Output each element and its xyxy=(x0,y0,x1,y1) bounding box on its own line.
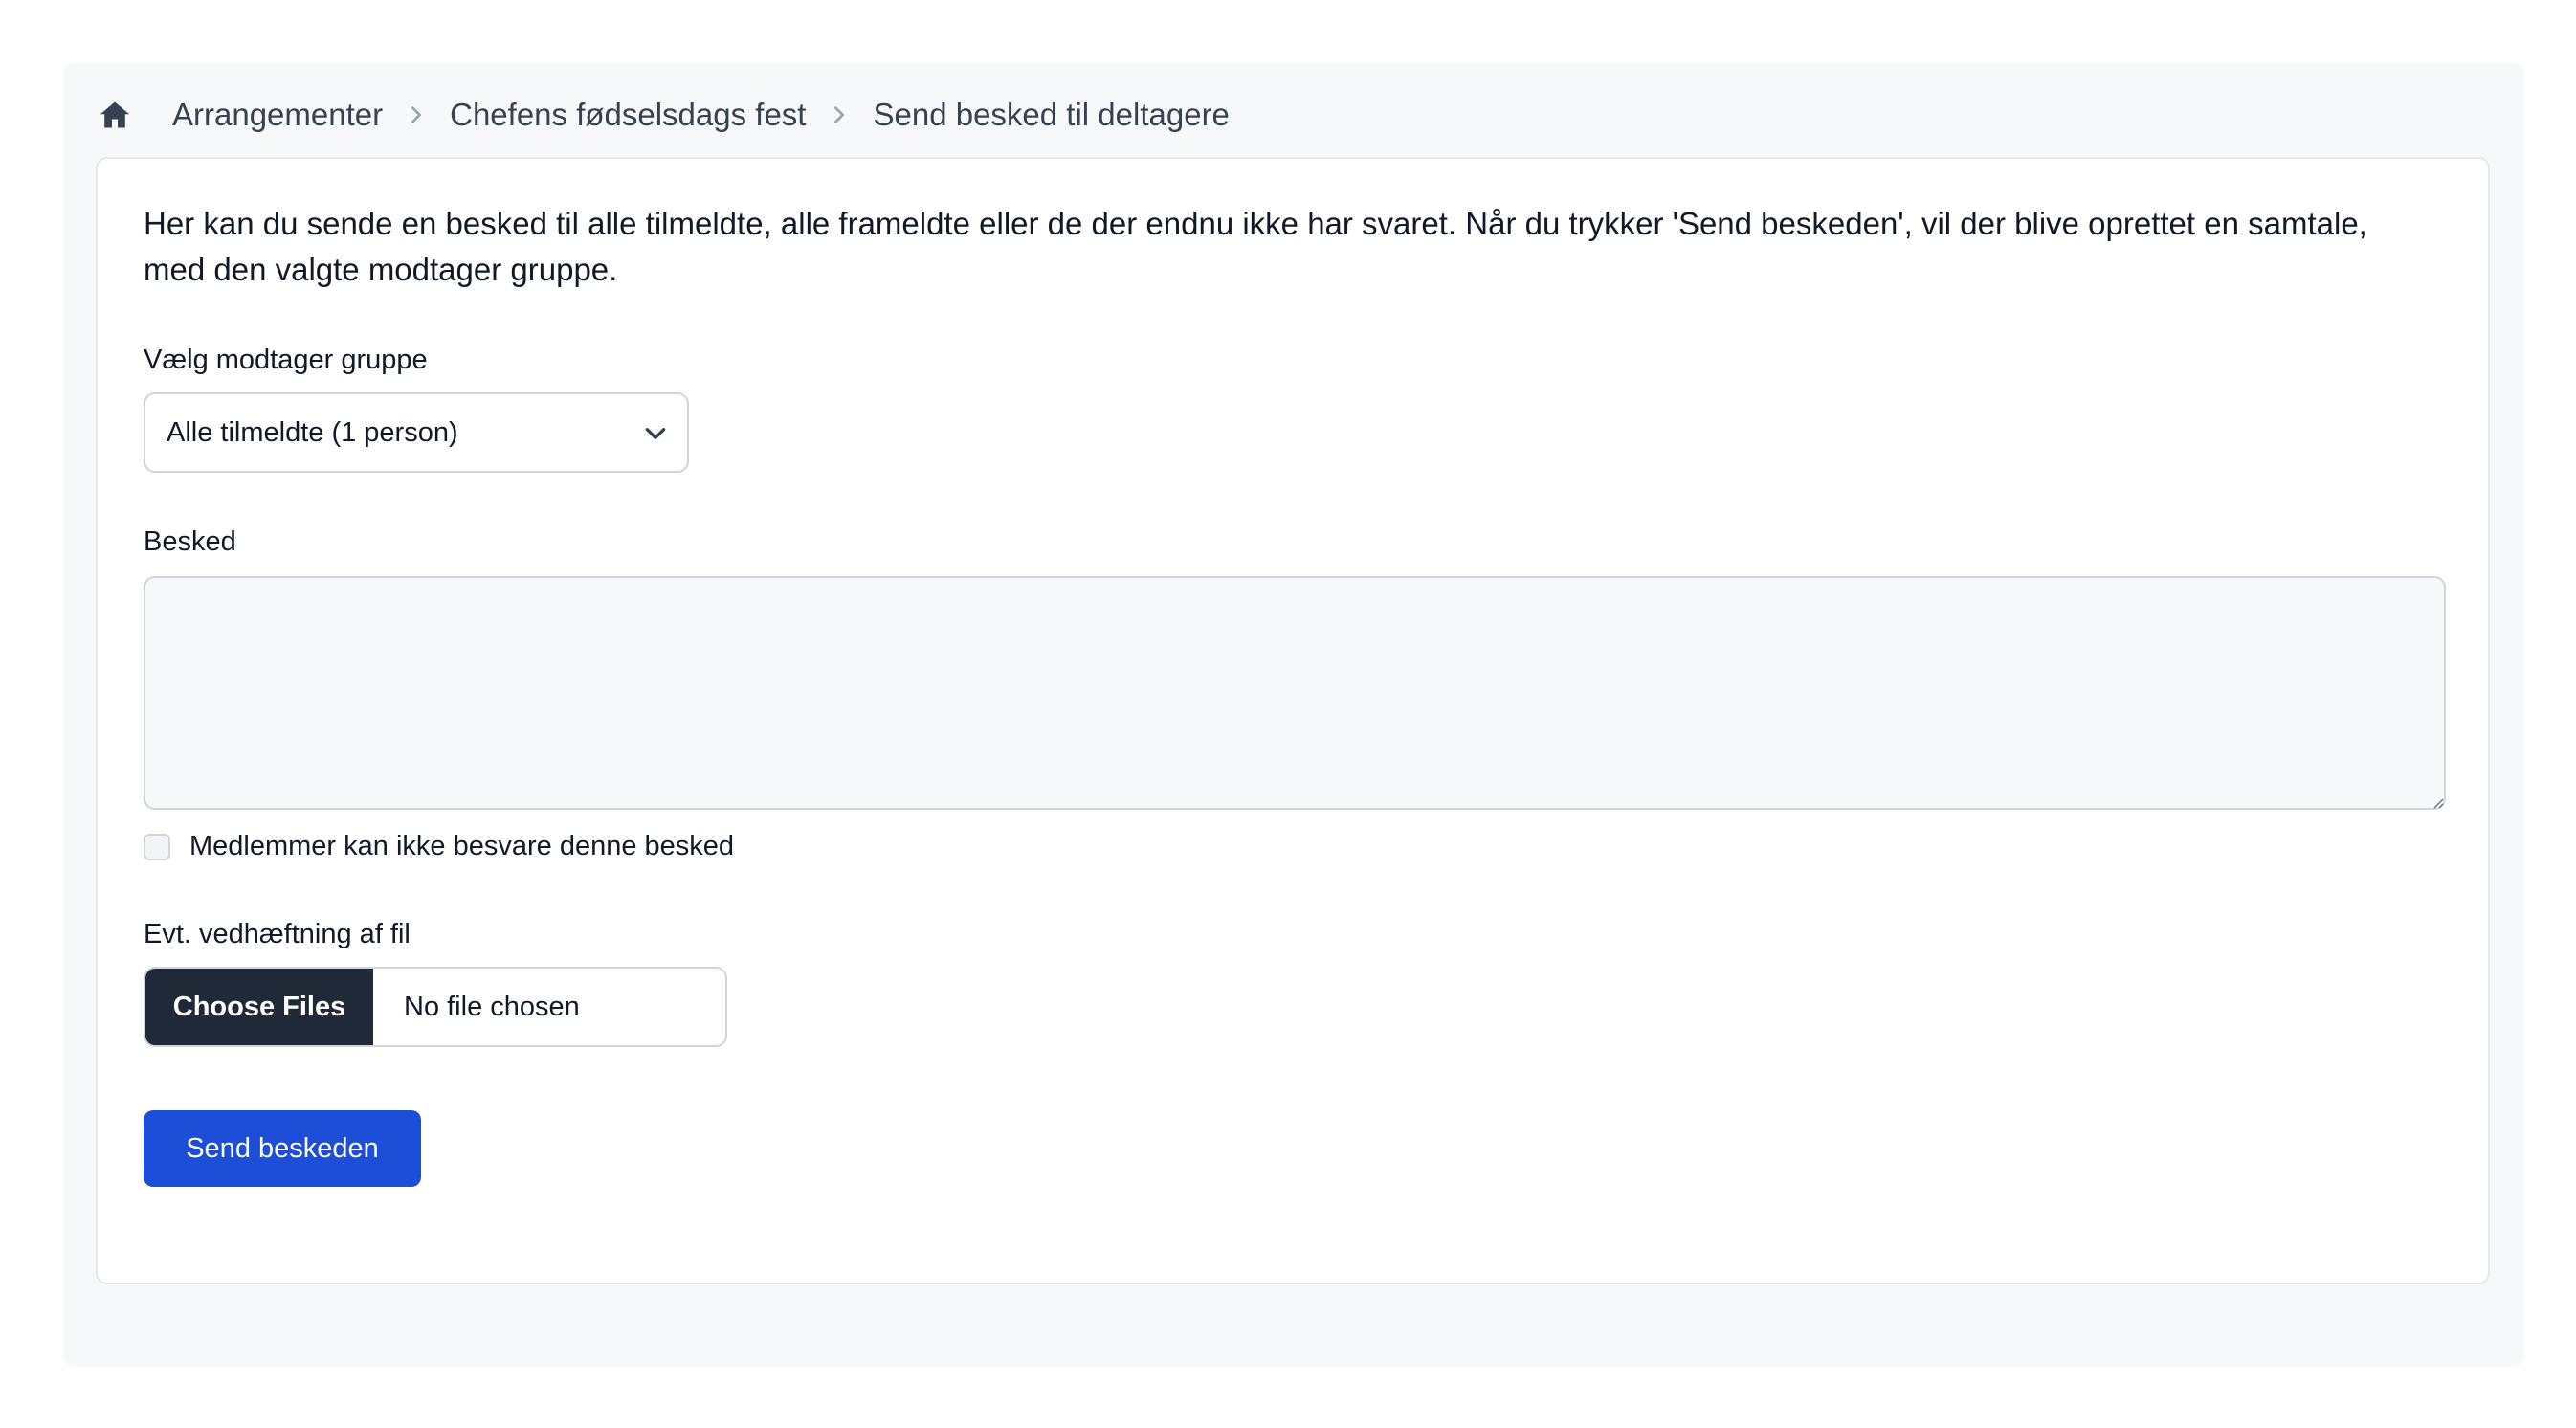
send-message-button[interactable]: Send beskeden xyxy=(144,1110,421,1187)
resize-grip-icon[interactable] xyxy=(2432,796,2444,809)
attachment-label: Evt. vedhæftning af fil xyxy=(144,919,411,949)
chevron-right-icon xyxy=(406,104,427,125)
message-label: Besked xyxy=(144,526,236,557)
breadcrumb-item-arrangementer[interactable]: Arrangementer xyxy=(172,97,383,133)
intro-text: Her kan du sende en besked til alle tilm… xyxy=(144,206,2367,287)
chevron-right-icon xyxy=(829,104,850,125)
breadcrumb: Arrangementer Chefens fødselsdags fest S… xyxy=(98,84,1230,145)
message-textarea[interactable] xyxy=(144,576,2446,810)
recipient-group-selected-value: Alle tilmeldte (1 person) xyxy=(167,416,458,448)
no-reply-option: Medlemmer kan ikke besvare denne besked xyxy=(144,831,734,862)
message-form-card: Her kan du sende en besked til alle tilm… xyxy=(96,157,2490,1284)
breadcrumb-item-current: Send besked til deltagere xyxy=(873,97,1230,132)
attachment-file-input[interactable]: Choose Files No file chosen xyxy=(144,967,727,1047)
no-reply-checkbox[interactable] xyxy=(144,833,170,860)
choose-files-button[interactable]: Choose Files xyxy=(145,969,373,1045)
chevron-down-icon xyxy=(643,421,668,446)
breadcrumb-item-event[interactable]: Chefens fødselsdags fest xyxy=(450,97,806,133)
recipient-group-select[interactable]: Alle tilmeldte (1 person) xyxy=(144,392,689,473)
no-reply-checkbox-label[interactable]: Medlemmer kan ikke besvare denne besked xyxy=(189,831,734,862)
home-icon[interactable] xyxy=(98,98,132,132)
page-container: Arrangementer Chefens fødselsdags fest S… xyxy=(63,63,2524,1367)
recipient-group-label: Vælg modtager gruppe xyxy=(144,345,428,375)
file-status-text: No file chosen xyxy=(404,991,580,1022)
